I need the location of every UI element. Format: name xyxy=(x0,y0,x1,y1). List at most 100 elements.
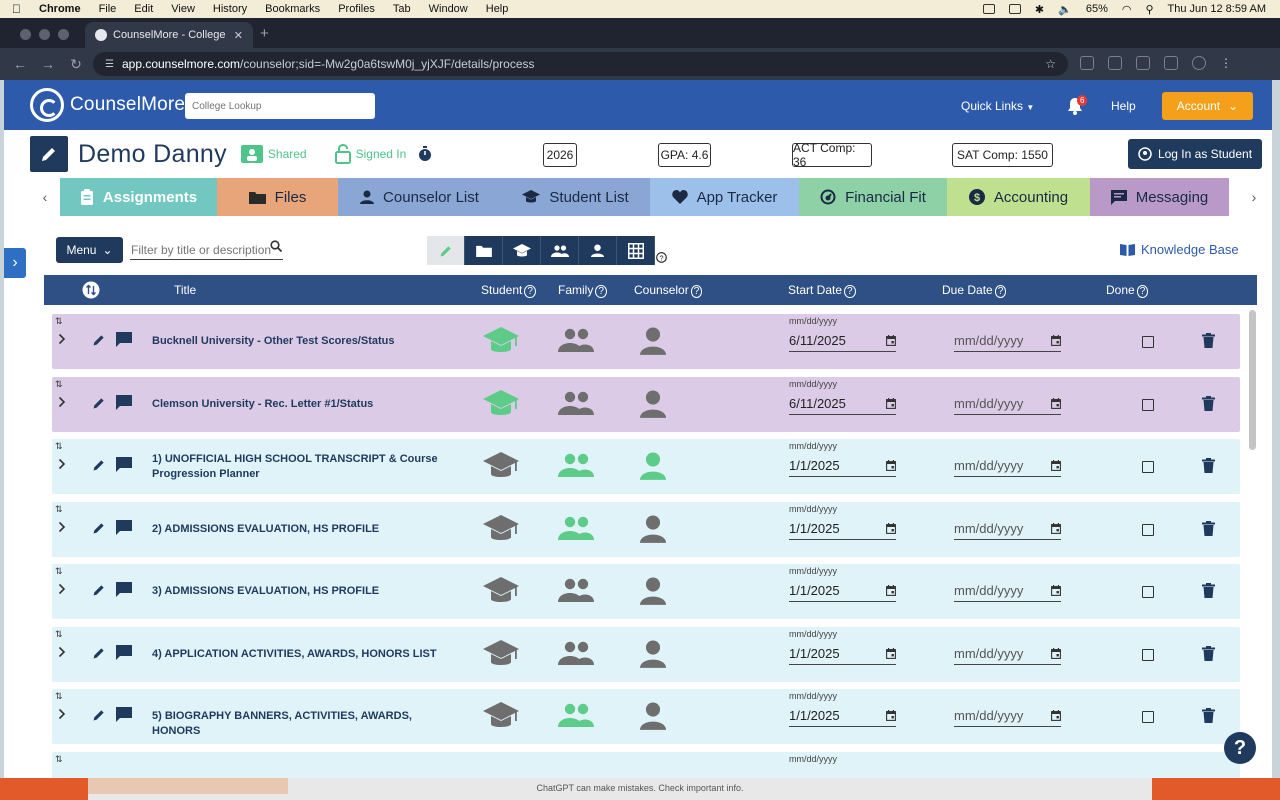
menu-edit[interactable]: Edit xyxy=(134,3,153,15)
menu-bookmarks[interactable]: Bookmarks xyxy=(265,3,320,15)
menu-help[interactable]: Help xyxy=(486,3,509,15)
account-button[interactable]: Account ⌄ xyxy=(1162,92,1253,120)
message-icon[interactable] xyxy=(116,457,132,472)
col-due-date[interactable]: Due Date? xyxy=(942,283,1007,298)
due-date-input[interactable]: mm/dd/yyyy xyxy=(954,455,1061,477)
menu-window[interactable]: Window xyxy=(429,3,468,15)
reorder-icon[interactable]: ⇅ xyxy=(55,316,63,327)
pencil-icon[interactable] xyxy=(92,521,106,535)
help-circle-icon[interactable]: ? xyxy=(994,285,1007,298)
tab-student-list[interactable]: Student List xyxy=(501,178,650,216)
calendar-icon[interactable] xyxy=(886,335,896,346)
calendar-icon[interactable] xyxy=(1051,460,1061,471)
tab-counselor-list[interactable]: Counselor List xyxy=(338,178,501,216)
help-circle-icon[interactable]: ? xyxy=(844,285,856,298)
apple-icon[interactable]:  xyxy=(12,2,21,16)
calendar-icon[interactable] xyxy=(1051,335,1061,346)
back-icon[interactable]: ← xyxy=(6,56,34,72)
pencil-icon[interactable] xyxy=(92,708,106,722)
student-visibility-toggle[interactable] xyxy=(482,389,520,418)
chevron-right-icon[interactable] xyxy=(58,708,66,720)
clock[interactable]: Thu Jun 12 8:59 AM xyxy=(1168,3,1266,15)
calendar-icon[interactable] xyxy=(1051,647,1061,659)
search-icon[interactable]: ⚲ xyxy=(1145,3,1153,16)
view-family-button[interactable] xyxy=(541,236,579,265)
tab-files[interactable]: Files xyxy=(217,178,338,216)
help-circle-icon[interactable]: ? xyxy=(656,252,667,263)
menu-profiles[interactable]: Profiles xyxy=(338,3,375,15)
due-date-input[interactable]: mm/dd/yyyy xyxy=(954,518,1061,540)
view-files-button[interactable] xyxy=(465,236,503,265)
done-checkbox[interactable] xyxy=(1142,523,1154,536)
tab-financial-fit[interactable]: Financial Fit xyxy=(799,178,947,216)
table-row[interactable]: ⇅ 1) UNOFFICIAL HIGH SCHOOL TRANSCRIPT &… xyxy=(52,439,1240,494)
extension-icon[interactable] xyxy=(1108,56,1122,70)
extension-icon[interactable] xyxy=(1136,56,1150,70)
window-controls[interactable] xyxy=(20,29,69,40)
menu-app-name[interactable]: Chrome xyxy=(39,3,81,15)
calendar-icon[interactable] xyxy=(1051,397,1061,409)
col-title[interactable]: Title xyxy=(174,283,196,297)
col-family[interactable]: Family? xyxy=(558,283,607,298)
assignment-title[interactable]: 2) ADMISSIONS EVALUATION, HS PROFILE xyxy=(152,522,452,537)
done-checkbox[interactable] xyxy=(1142,336,1154,348)
student-visibility-toggle[interactable] xyxy=(482,514,520,543)
table-row[interactable]: ⇅ 4) APPLICATION ACTIVITIES, AWARDS, HON… xyxy=(52,626,1240,682)
counselor-visibility-toggle[interactable] xyxy=(640,452,666,480)
quick-links-menu[interactable]: Quick Links ▼ xyxy=(961,99,1034,113)
student-visibility-toggle[interactable] xyxy=(482,327,520,355)
reload-icon[interactable]: ↻ xyxy=(62,56,90,73)
trash-icon[interactable] xyxy=(1202,520,1215,536)
sort-toggle-button[interactable] xyxy=(82,281,100,299)
view-counselor-button[interactable] xyxy=(579,236,617,265)
start-date-input[interactable]: 6/11/2025 xyxy=(789,330,896,352)
pencil-icon[interactable] xyxy=(92,333,106,347)
help-circle-icon[interactable]: ? xyxy=(524,285,536,298)
table-row[interactable]: ⇅ 3) ADMISSIONS EVALUATION, HS PROFILE m… xyxy=(52,564,1240,619)
assignment-title[interactable]: 4) APPLICATION ACTIVITIES, AWARDS, HONOR… xyxy=(152,647,452,662)
help-circle-icon[interactable]: ? xyxy=(690,285,703,298)
assignment-title[interactable]: 3) ADMISSIONS EVALUATION, HS PROFILE xyxy=(152,584,452,599)
counselor-visibility-toggle[interactable] xyxy=(640,389,666,418)
log-in-as-student-button[interactable]: Log In as Student xyxy=(1128,139,1262,169)
family-visibility-toggle[interactable] xyxy=(558,391,594,415)
table-row[interactable]: ⇅ Clemson University - Rec. Letter #1/St… xyxy=(52,376,1240,432)
menu-file[interactable]: File xyxy=(99,3,117,15)
family-visibility-toggle[interactable] xyxy=(558,578,594,602)
chevron-right-icon[interactable] xyxy=(58,583,66,595)
scrollbar[interactable] xyxy=(1249,310,1256,450)
bluetooth-icon[interactable]: ✱ xyxy=(1035,3,1044,16)
help-fab-button[interactable]: ? xyxy=(1224,732,1256,764)
stopwatch-icon[interactable] xyxy=(418,146,432,162)
reorder-icon[interactable]: ⇅ xyxy=(55,754,63,765)
done-checkbox[interactable] xyxy=(1142,711,1154,723)
reorder-icon[interactable]: ⇅ xyxy=(55,629,63,640)
trash-icon[interactable] xyxy=(1202,458,1215,473)
view-grid-button[interactable] xyxy=(617,236,655,265)
chevron-right-icon[interactable] xyxy=(58,396,66,408)
col-start-date[interactable]: Start Date? xyxy=(788,283,856,298)
calendar-icon[interactable] xyxy=(886,397,896,409)
new-tab-icon[interactable]: + xyxy=(260,25,269,42)
menu-button[interactable]: Menu ⌄ xyxy=(56,237,123,263)
side-panel-toggle[interactable]: › xyxy=(4,248,26,278)
search-icon[interactable] xyxy=(270,240,282,252)
trash-icon[interactable] xyxy=(1202,708,1215,723)
volume-icon[interactable]: 🔈 xyxy=(1058,3,1072,16)
address-bar[interactable]: ☰ app.counselmore.com /counselor;sid=-Mw… xyxy=(93,52,1068,76)
pencil-icon[interactable] xyxy=(92,646,106,660)
family-visibility-toggle[interactable] xyxy=(558,516,594,540)
view-assignments-button[interactable] xyxy=(427,236,465,265)
calendar-icon[interactable] xyxy=(886,710,896,721)
menu-view[interactable]: View xyxy=(171,3,195,15)
assignment-title[interactable]: Clemson University - Rec. Letter #1/Stat… xyxy=(152,397,452,412)
message-icon[interactable] xyxy=(116,644,132,660)
due-date-input[interactable]: mm/dd/yyyy xyxy=(954,393,1061,415)
help-circle-icon[interactable]: ? xyxy=(1136,285,1149,298)
table-row[interactable]: ⇅ Bucknell University - Other Test Score… xyxy=(52,314,1240,369)
tab-app-tracker[interactable]: App Tracker xyxy=(650,178,799,216)
assignment-title[interactable]: 1) UNOFFICIAL HIGH SCHOOL TRANSCRIPT & C… xyxy=(152,452,452,482)
start-date-input[interactable]: 1/1/2025 xyxy=(789,580,896,602)
tab-assignments[interactable]: Assignments xyxy=(60,178,217,216)
wifi-icon[interactable]: ◠ xyxy=(1122,3,1132,16)
